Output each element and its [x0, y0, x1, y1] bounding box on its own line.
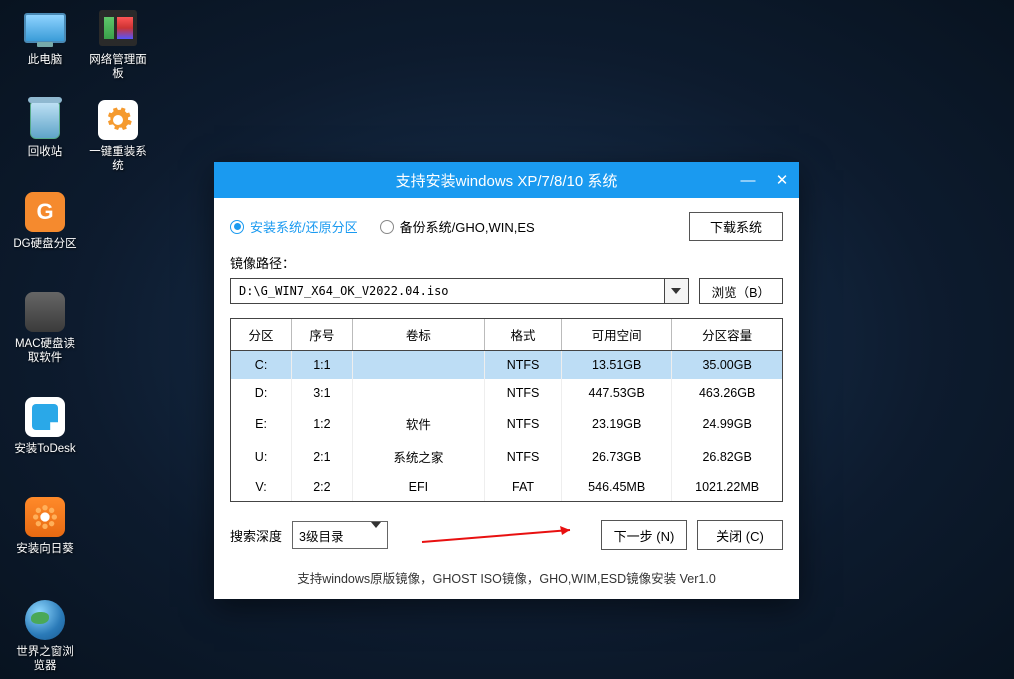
- installer-window: 支持安装windows XP/7/8/10 系统 — ✕ 安装系统/还原分区 备…: [214, 162, 799, 599]
- radio-dot-icon: [230, 220, 244, 234]
- pc-icon: [24, 13, 66, 43]
- todesk-icon: [25, 397, 65, 437]
- globe-icon: [25, 600, 65, 640]
- desktop-icon-label: 安装ToDesk: [14, 442, 75, 456]
- cell-size: 24.99GB: [672, 407, 782, 440]
- desktop-icon-sunflower[interactable]: 安装向日葵: [13, 495, 77, 556]
- desktop-icon-browser[interactable]: 世界之窗浏览器: [13, 598, 77, 674]
- image-path-input[interactable]: [231, 284, 664, 298]
- depth-value: 3级目录: [299, 526, 343, 545]
- radio-install[interactable]: 安装系统/还原分区: [230, 217, 358, 236]
- desktop-icon-macdisk[interactable]: MAC硬盘读取软件: [13, 290, 77, 366]
- desktop-icon-recycle[interactable]: 回收站: [13, 98, 77, 159]
- cell-seq: 1:1: [292, 351, 353, 380]
- table-row[interactable]: C:1:1 NTFS13.51GB35.00GB: [231, 351, 782, 380]
- apple-icon: [25, 292, 65, 332]
- cell-fmt: NTFS: [484, 440, 561, 473]
- desktop-icon-reinstall[interactable]: 一键重装系统: [86, 98, 150, 174]
- cell-vol: EFI: [352, 473, 484, 501]
- cell-free: 26.73GB: [562, 440, 672, 473]
- cell-free: 13.51GB: [562, 351, 672, 380]
- cell-size: 463.26GB: [672, 379, 782, 407]
- cell-vol: [352, 351, 484, 380]
- image-path-combo[interactable]: [230, 278, 689, 304]
- cell-vol: [352, 379, 484, 407]
- trash-icon: [30, 101, 60, 139]
- chevron-down-icon: [371, 528, 381, 542]
- mode-row: 安装系统/还原分区 备份系统/GHO,WIN,ES 下载系统: [230, 212, 783, 241]
- desktop-icon-label: DG硬盘分区: [13, 237, 76, 251]
- col-fmt: 格式: [484, 319, 561, 351]
- cell-fmt: NTFS: [484, 379, 561, 407]
- cell-size: 35.00GB: [672, 351, 782, 380]
- col-vol: 卷标: [352, 319, 484, 351]
- table-row[interactable]: E:1:2软件NTFS23.19GB24.99GB: [231, 407, 782, 440]
- cell-fmt: FAT: [484, 473, 561, 501]
- desktop-icon-label: 网络管理面板: [86, 53, 150, 82]
- table-header-row: 分区 序号 卷标 格式 可用空间 分区容量: [231, 319, 782, 351]
- path-dropdown-button[interactable]: [664, 279, 688, 303]
- depth-label: 搜索深度: [230, 526, 282, 545]
- chevron-down-icon: [671, 288, 681, 294]
- chart-icon: [99, 10, 137, 46]
- gear-icon: [98, 100, 138, 140]
- cell-seq: 3:1: [292, 379, 353, 407]
- desktop-icon-netpanel[interactable]: 网络管理面板: [86, 6, 150, 82]
- cell-vol: 系统之家: [352, 440, 484, 473]
- cell-part: V:: [231, 473, 292, 501]
- minimize-button[interactable]: —: [739, 172, 757, 189]
- cell-part: E:: [231, 407, 292, 440]
- next-button[interactable]: 下一步 (N): [601, 520, 687, 550]
- download-button[interactable]: 下载系统: [689, 212, 783, 241]
- cell-fmt: NTFS: [484, 351, 561, 380]
- cell-part: U:: [231, 440, 292, 473]
- close-button[interactable]: ✕: [773, 171, 791, 189]
- cell-seq: 2:2: [292, 473, 353, 501]
- cell-size: 1021.22MB: [672, 473, 782, 501]
- browse-button[interactable]: 浏览（B）: [699, 278, 783, 304]
- red-arrow-icon: [420, 524, 590, 546]
- desktop-icon-label: 世界之窗浏览器: [13, 645, 77, 674]
- cell-free: 447.53GB: [562, 379, 672, 407]
- partition-table: 分区 序号 卷标 格式 可用空间 分区容量 C:1:1NTFS13.51GB35…: [230, 318, 783, 502]
- cell-free: 546.45MB: [562, 473, 672, 501]
- col-free: 可用空间: [562, 319, 672, 351]
- cell-seq: 1:2: [292, 407, 353, 440]
- desktop-icon-label: 一键重装系统: [86, 145, 150, 174]
- desktop-icon-label: 安装向日葵: [16, 542, 74, 556]
- desktop-icon-dg[interactable]: G DG硬盘分区: [13, 190, 77, 251]
- close-app-button[interactable]: 关闭 (C): [697, 520, 783, 550]
- cell-seq: 2:1: [292, 440, 353, 473]
- cell-part: D:: [231, 379, 292, 407]
- dg-icon: G: [25, 192, 65, 232]
- cell-part: C:: [231, 351, 292, 380]
- cell-free: 23.19GB: [562, 407, 672, 440]
- cell-fmt: NTFS: [484, 407, 561, 440]
- cell-size: 26.82GB: [672, 440, 782, 473]
- cell-vol: 软件: [352, 407, 484, 440]
- radio-label: 备份系统/GHO,WIN,ES: [400, 217, 535, 236]
- desktop-icon-label: MAC硬盘读取软件: [13, 337, 77, 366]
- sunflower-icon: [25, 497, 65, 537]
- footer-text: 支持windows原版镜像，GHOST ISO镜像，GHO,WIM,ESD镜像安…: [214, 560, 799, 599]
- col-seq: 序号: [292, 319, 353, 351]
- desktop-icon-label: 回收站: [28, 145, 63, 159]
- table-row[interactable]: U:2:1系统之家NTFS26.73GB26.82GB: [231, 440, 782, 473]
- desktop-icon-todesk[interactable]: 安装ToDesk: [13, 395, 77, 456]
- col-part: 分区: [231, 319, 292, 351]
- window-title: 支持安装windows XP/7/8/10 系统: [396, 170, 618, 191]
- desktop-icon-this-pc[interactable]: 此电脑: [13, 6, 77, 67]
- depth-select[interactable]: 3级目录: [292, 521, 388, 549]
- path-label: 镜像路径：: [230, 253, 783, 272]
- radio-label: 安装系统/还原分区: [250, 217, 358, 236]
- radio-backup[interactable]: 备份系统/GHO,WIN,ES: [380, 217, 535, 236]
- col-size: 分区容量: [672, 319, 782, 351]
- table-row[interactable]: D:3:1 NTFS447.53GB463.26GB: [231, 379, 782, 407]
- radio-dot-icon: [380, 220, 394, 234]
- table-row[interactable]: V:2:2EFIFAT546.45MB1021.22MB: [231, 473, 782, 501]
- desktop-icon-label: 此电脑: [28, 53, 63, 67]
- titlebar: 支持安装windows XP/7/8/10 系统 — ✕: [214, 162, 799, 198]
